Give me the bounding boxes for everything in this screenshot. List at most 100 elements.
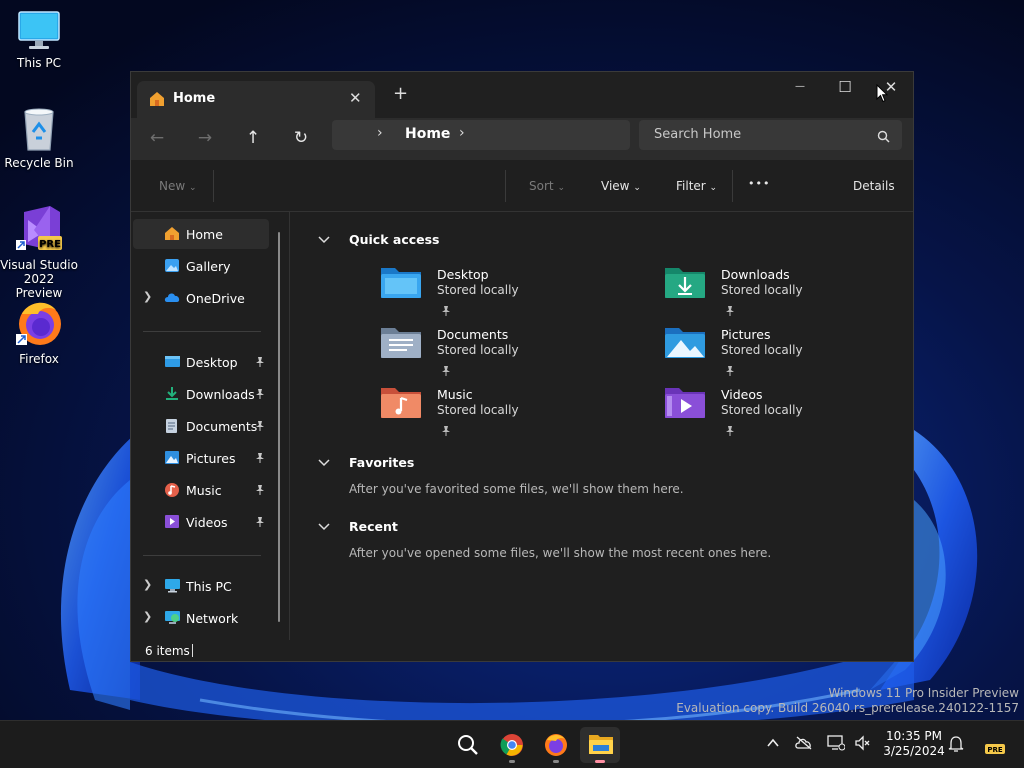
quick-access-item-pictures[interactable]: Pictures Stored locally	[663, 324, 903, 384]
taskbar-firefox-button[interactable]	[536, 727, 576, 763]
taskbar-chrome-button[interactable]	[492, 727, 532, 763]
onedrive-offline-icon[interactable]	[795, 735, 813, 754]
notification-bell-icon[interactable]	[948, 735, 964, 757]
address-bar[interactable]: › Home ›	[332, 120, 630, 150]
pin-icon	[441, 361, 451, 380]
close-tab-icon[interactable]: ✕	[349, 89, 362, 107]
chevron-right-icon[interactable]: ❯	[143, 290, 152, 303]
tab-title: Home	[173, 91, 216, 106]
sidebar-item-label: Desktop	[186, 355, 238, 370]
minimize-button[interactable]: —	[785, 81, 815, 105]
sidebar-item-this-pc[interactable]: ❯ This PC	[133, 571, 269, 601]
pin-icon	[725, 301, 735, 320]
quick-access-item-desktop[interactable]: Desktop Stored locally	[379, 264, 619, 324]
sidebar-item-videos[interactable]: Videos	[133, 507, 269, 537]
forward-button[interactable]: →	[193, 128, 217, 152]
sidebar-item-onedrive[interactable]: ❯ OneDrive	[133, 283, 269, 313]
search-input[interactable]: Search Home	[654, 127, 741, 142]
sidebar-item-label: Documents	[186, 419, 258, 434]
quick-access-item-videos[interactable]: Videos Stored locally	[663, 384, 903, 444]
tab-home[interactable]: Home ✕	[137, 81, 375, 118]
title-bar[interactable]: Home ✕ + — ☐ ✕	[131, 72, 913, 118]
sidebar-item-desktop[interactable]: Desktop	[133, 347, 269, 377]
sidebar-item-documents[interactable]: Documents	[133, 411, 269, 441]
separator	[732, 170, 733, 202]
new-button[interactable]: New ⌄	[159, 179, 197, 193]
separator	[505, 170, 506, 202]
taskbar-clock[interactable]: 10:35 PM 3/25/2024	[872, 729, 956, 759]
show-hidden-icons-chevron-icon[interactable]	[766, 735, 780, 754]
back-button[interactable]: ←	[145, 128, 169, 152]
details-button[interactable]: Details	[853, 179, 895, 193]
search-box[interactable]: Search Home	[639, 120, 902, 150]
svg-text:PRE: PRE	[39, 239, 61, 250]
chevron-down-icon: ⌄	[633, 183, 641, 193]
more-options-button[interactable]: •••	[748, 177, 770, 190]
pane-divider[interactable]	[289, 212, 290, 640]
filter-label: Filter	[676, 179, 706, 193]
view-button[interactable]: View ⌄	[601, 179, 641, 193]
volume-muted-icon[interactable]	[854, 735, 872, 755]
chevron-right-icon[interactable]: ›	[459, 125, 465, 141]
clock-time: 10:35 PM	[886, 729, 942, 743]
sidebar-item-home[interactable]: Home	[133, 219, 269, 249]
sidebar-item-gallery[interactable]: Gallery	[133, 251, 269, 281]
pin-icon	[255, 387, 265, 402]
breadcrumb-home[interactable]: Home	[405, 126, 450, 142]
taskbar-search-button[interactable]	[448, 727, 488, 763]
chevron-right-icon[interactable]: ❯	[143, 578, 152, 591]
desktop-icon-firefox[interactable]: Firefox	[0, 300, 78, 366]
divider	[143, 331, 261, 332]
desktop-icon-label: Visual Studio 2022 Preview	[0, 258, 78, 300]
monitor-icon	[18, 11, 60, 49]
refresh-button[interactable]: ↻	[289, 128, 313, 152]
chevron-right-icon[interactable]: ›	[377, 125, 383, 141]
section-header-recent[interactable]: Recent	[349, 519, 398, 534]
sidebar-item-downloads[interactable]: Downloads	[133, 379, 269, 409]
quick-access-item-documents[interactable]: Documents Stored locally	[379, 324, 619, 384]
section-header-quick-access[interactable]: Quick access	[349, 232, 440, 247]
firefox-icon	[16, 302, 61, 345]
maximize-button[interactable]: ☐	[830, 78, 860, 102]
item-status: Stored locally	[437, 403, 519, 417]
sort-button[interactable]: Sort ⌄	[529, 179, 565, 193]
filter-button[interactable]: Filter ⌄	[676, 179, 717, 193]
chevron-down-icon: ⌄	[709, 183, 718, 193]
divider	[143, 555, 261, 556]
pin-icon	[255, 451, 265, 466]
desktop-icon-label: This PC	[17, 56, 61, 70]
chevron-down-icon[interactable]	[317, 455, 331, 469]
new-tab-button[interactable]: +	[393, 83, 408, 104]
sidebar-item-music[interactable]: Music	[133, 475, 269, 505]
pin-icon	[725, 361, 735, 380]
watermark-line-1: Windows 11 Pro Insider Preview	[828, 686, 1019, 700]
quick-access-item-downloads[interactable]: Downloads Stored locally	[663, 264, 903, 324]
sidebar-scrollbar[interactable]	[278, 232, 280, 622]
desktop-folder-icon	[379, 264, 423, 304]
sidebar-item-network[interactable]: ❯ Network	[133, 603, 269, 633]
taskbar-file-explorer-button[interactable]	[580, 727, 620, 763]
evaluation-watermark: Windows 11 Pro Insider Preview Evaluatio…	[676, 686, 1019, 716]
desktop-icon-visual-studio[interactable]: PRE Visual Studio 2022 Preview	[0, 204, 78, 300]
chevron-right-icon[interactable]: ❯	[143, 610, 152, 623]
section-header-favorites[interactable]: Favorites	[349, 455, 414, 470]
chevron-down-icon[interactable]	[317, 519, 331, 533]
desktop-icon-this-pc[interactable]: This PC	[0, 10, 78, 70]
svg-text:PRE: PRE	[987, 746, 1003, 754]
sidebar-item-label: Downloads	[186, 387, 255, 402]
status-bar: 6 items	[131, 637, 913, 661]
download-icon	[164, 386, 180, 404]
item-status: Stored locally	[721, 403, 803, 417]
computer-icon	[164, 578, 181, 596]
network-disconnected-icon[interactable]	[827, 735, 846, 755]
desktop-icon-recycle-bin[interactable]: Recycle Bin	[0, 106, 78, 170]
sidebar-item-pictures[interactable]: Pictures	[133, 443, 269, 473]
recycle-bin-icon	[24, 108, 54, 151]
up-button[interactable]: ↑	[241, 128, 265, 152]
chevron-down-icon[interactable]	[317, 232, 331, 246]
quick-access-item-music[interactable]: Music Stored locally	[379, 384, 619, 444]
file-explorer-window: Home ✕ + — ☐ ✕ ← → ↑ ↻ › Home › Search H…	[130, 71, 914, 662]
watermark-line-2: Evaluation copy. Build 26040.rs_prerelea…	[676, 701, 1019, 715]
search-icon	[877, 128, 890, 147]
desktop-icon-label: Firefox	[19, 352, 59, 366]
